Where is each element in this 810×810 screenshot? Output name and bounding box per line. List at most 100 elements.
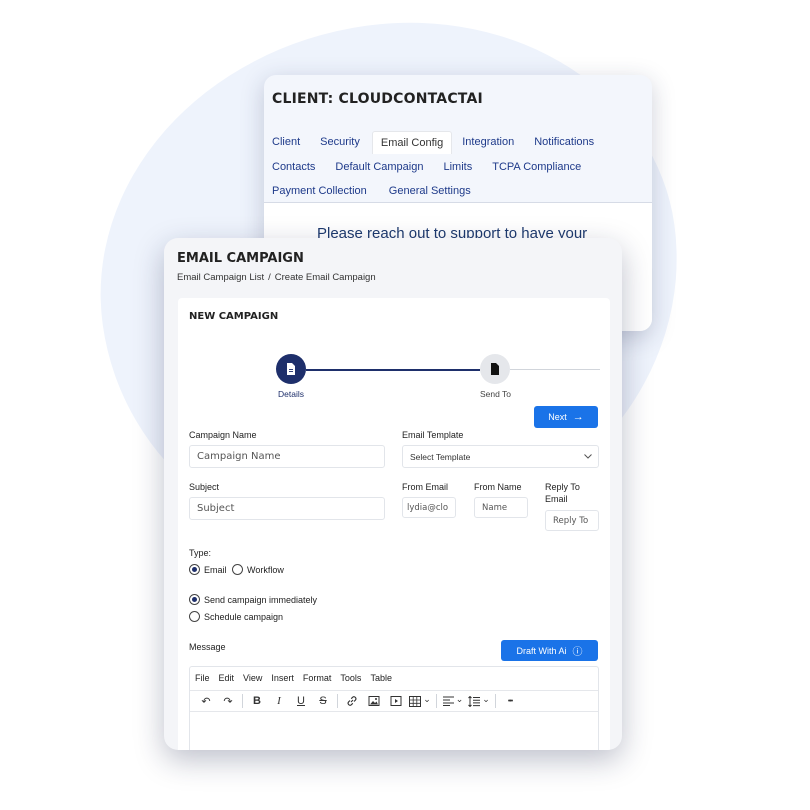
email-template-label: Email Template (402, 430, 464, 440)
tab-limits[interactable]: Limits (435, 156, 480, 178)
toolbar-divider (242, 694, 243, 708)
page-title: EMAIL CAMPAIGN (177, 251, 304, 266)
undo-icon[interactable]: ↶ (195, 692, 217, 710)
bold-icon[interactable]: B (246, 692, 268, 710)
section-title: NEW CAMPAIGN (189, 311, 279, 322)
tab-payment-collection[interactable]: Payment Collection (264, 180, 375, 202)
breadcrumb-create-email-campaign: Create Email Campaign (274, 272, 376, 283)
tab-security[interactable]: Security (312, 131, 368, 153)
tab-notifications[interactable]: Notifications (526, 131, 602, 153)
strikethrough-icon[interactable]: S (312, 692, 334, 710)
chevron-down-icon (584, 454, 592, 459)
menu-edit[interactable]: Edit (219, 673, 235, 683)
send-immediately-label: Send campaign immediately (204, 594, 318, 605)
table-icon[interactable]: ⌄ (407, 692, 433, 710)
subject-placeholder: Subject (197, 503, 235, 514)
draft-with-ai-button[interactable]: Draft With Ai ⓘ (501, 640, 598, 661)
draft-with-ai-label: Draft With Ai (516, 645, 567, 656)
align-icon[interactable]: ⌄ (440, 692, 466, 710)
new-campaign-form: NEW CAMPAIGN Details Send To Next → Camp… (178, 298, 610, 750)
tab-tcpa-compliance[interactable]: TCPA Compliance (484, 156, 589, 178)
radio-selected-icon (189, 564, 200, 575)
chevron-down-icon: ⌄ (423, 693, 431, 704)
menu-view[interactable]: View (243, 673, 262, 683)
message-label: Message (189, 642, 226, 652)
step-details[interactable] (276, 354, 306, 384)
tabs-row-3: Payment Collection General Settings (264, 180, 479, 202)
arrow-right-icon: → (572, 411, 584, 423)
toolbar-divider (436, 694, 437, 708)
schedule-campaign-radio[interactable]: Schedule campaign (189, 611, 283, 622)
type-email-label: Email (204, 564, 227, 575)
editor-menubar: File Edit View Insert Format Tools Table (190, 667, 598, 689)
type-email-radio[interactable]: Email (189, 564, 227, 575)
tab-default-campaign[interactable]: Default Campaign (327, 156, 431, 178)
chevron-down-icon: ⌄ (455, 693, 464, 704)
type-workflow-radio[interactable]: Workflow (232, 564, 284, 575)
tabs-row-2: Contacts Default Campaign Limits TCPA Co… (264, 156, 589, 178)
underline-icon[interactable]: U (290, 692, 312, 710)
link-icon[interactable] (341, 692, 363, 710)
next-button-label: Next (548, 412, 567, 422)
file-icon (491, 363, 499, 375)
image-icon[interactable] (363, 692, 385, 710)
breadcrumb: Email Campaign List / Create Email Campa… (177, 272, 376, 283)
tab-integration[interactable]: Integration (454, 131, 522, 153)
reply-to-placeholder: Reply To (553, 515, 589, 526)
radio-selected-icon (189, 594, 200, 605)
from-name-placeholder: Name (482, 502, 508, 513)
line-height-icon[interactable]: ⌄ (466, 692, 492, 710)
type-label: Type: (189, 548, 212, 558)
schedule-campaign-label: Schedule campaign (204, 611, 284, 622)
from-email-input[interactable]: lydia@clo (402, 497, 456, 518)
toolbar-divider (495, 694, 496, 708)
document-icon (287, 363, 295, 375)
from-name-label: From Name (474, 482, 522, 492)
reply-to-label-email: Email (545, 494, 568, 504)
breadcrumb-email-campaign-list[interactable]: Email Campaign List (177, 272, 264, 283)
media-icon[interactable] (385, 692, 407, 710)
menu-table[interactable]: Table (370, 673, 392, 683)
breadcrumb-separator: / (268, 272, 271, 283)
tab-general-settings[interactable]: General Settings (381, 180, 479, 202)
radio-unselected-icon (232, 564, 243, 575)
more-icon[interactable]: ••• (499, 692, 521, 710)
tab-client[interactable]: Client (264, 131, 308, 153)
campaign-name-input[interactable]: Campaign Name (189, 445, 385, 468)
chevron-down-icon: ⌄ (482, 693, 490, 704)
italic-icon[interactable]: I (268, 692, 290, 710)
tabs-row-1: Client Security Email Config Integration… (264, 130, 602, 154)
tab-contacts[interactable]: Contacts (264, 156, 323, 178)
stepper-progress-line (306, 369, 480, 371)
campaign-name-placeholder: Campaign Name (197, 451, 281, 462)
send-immediately-radio[interactable]: Send campaign immediately (189, 594, 317, 605)
menu-format[interactable]: Format (303, 673, 332, 683)
next-button[interactable]: Next → (534, 406, 598, 428)
toolbar-divider (337, 694, 338, 708)
editor-toolbar: ↶ ↷ B I U S ⌄ ⌄ ⌄ ••• (190, 690, 598, 712)
step-label-details: Details (278, 389, 304, 399)
campaign-name-label: Campaign Name (189, 430, 257, 440)
from-email-value: lydia@clo (407, 502, 449, 513)
type-workflow-label: Workflow (247, 564, 284, 575)
email-template-select[interactable]: Select Template (402, 445, 599, 468)
from-name-input[interactable]: Name (474, 497, 528, 518)
subject-label: Subject (189, 482, 220, 492)
rich-text-editor: File Edit View Insert Format Tools Table… (189, 666, 599, 750)
email-template-value: Select Template (410, 451, 471, 462)
from-email-label: From Email (402, 482, 449, 492)
email-campaign-panel: EMAIL CAMPAIGN Email Campaign List / Cre… (164, 238, 622, 750)
step-label-send-to: Send To (480, 389, 512, 399)
redo-icon[interactable]: ↷ (217, 692, 239, 710)
menu-tools[interactable]: Tools (340, 673, 361, 683)
stepper-remaining-line (510, 369, 600, 370)
client-title: CLIENT: CLOUDCONTACTAI (272, 91, 483, 107)
radio-unselected-icon (189, 611, 200, 622)
subject-input[interactable]: Subject (189, 497, 385, 520)
menu-insert[interactable]: Insert (271, 673, 294, 683)
info-icon: ⓘ (572, 647, 583, 658)
step-send-to[interactable] (480, 354, 510, 384)
tab-email-config[interactable]: Email Config (371, 130, 453, 154)
menu-file[interactable]: File (195, 673, 210, 683)
reply-to-input[interactable]: Reply To (545, 510, 599, 531)
